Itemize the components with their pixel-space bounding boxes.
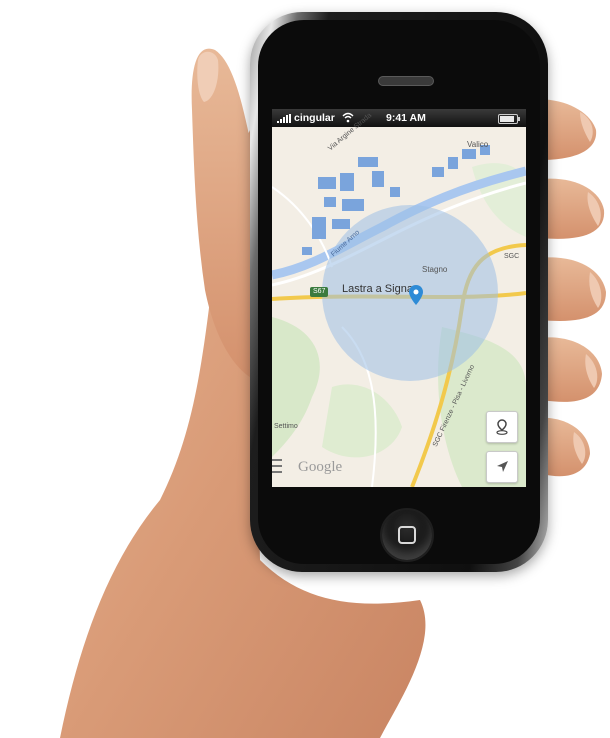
map-label-settimo: Settimo — [274, 423, 298, 430]
home-button-icon — [398, 526, 416, 544]
google-attribution: Google — [298, 459, 343, 475]
signal-bars-icon — [277, 114, 293, 123]
home-button[interactable] — [380, 508, 434, 562]
map-label-valico: Valico — [467, 140, 489, 149]
menu-icon[interactable] — [272, 457, 282, 475]
map-label-stagno: Stagno — [422, 265, 448, 274]
my-location-button[interactable] — [486, 451, 518, 483]
phone-screen: cingular 9:41 AM Via Argine Strada Valic… — [272, 109, 526, 487]
map-label-sgc: SGC — [504, 253, 520, 260]
status-time: 9:41 AM — [386, 112, 426, 124]
map-label-town: Lastra a Signa — [342, 283, 413, 295]
wifi-icon — [342, 112, 354, 123]
map-pin-icon — [496, 419, 508, 435]
battery-icon — [498, 114, 520, 124]
carrier-name: cingular — [294, 112, 335, 124]
status-bar: cingular 9:41 AM — [272, 109, 526, 127]
navigation-arrow-icon — [497, 461, 508, 472]
current-location-pin-icon[interactable] — [409, 285, 423, 305]
place-pin-button[interactable] — [486, 411, 518, 443]
map-view[interactable]: Via Argine Strada Valico Fiume Arno Stag… — [272, 112, 526, 487]
road-shield: S67 — [310, 287, 329, 297]
earpiece-speaker — [378, 76, 434, 86]
